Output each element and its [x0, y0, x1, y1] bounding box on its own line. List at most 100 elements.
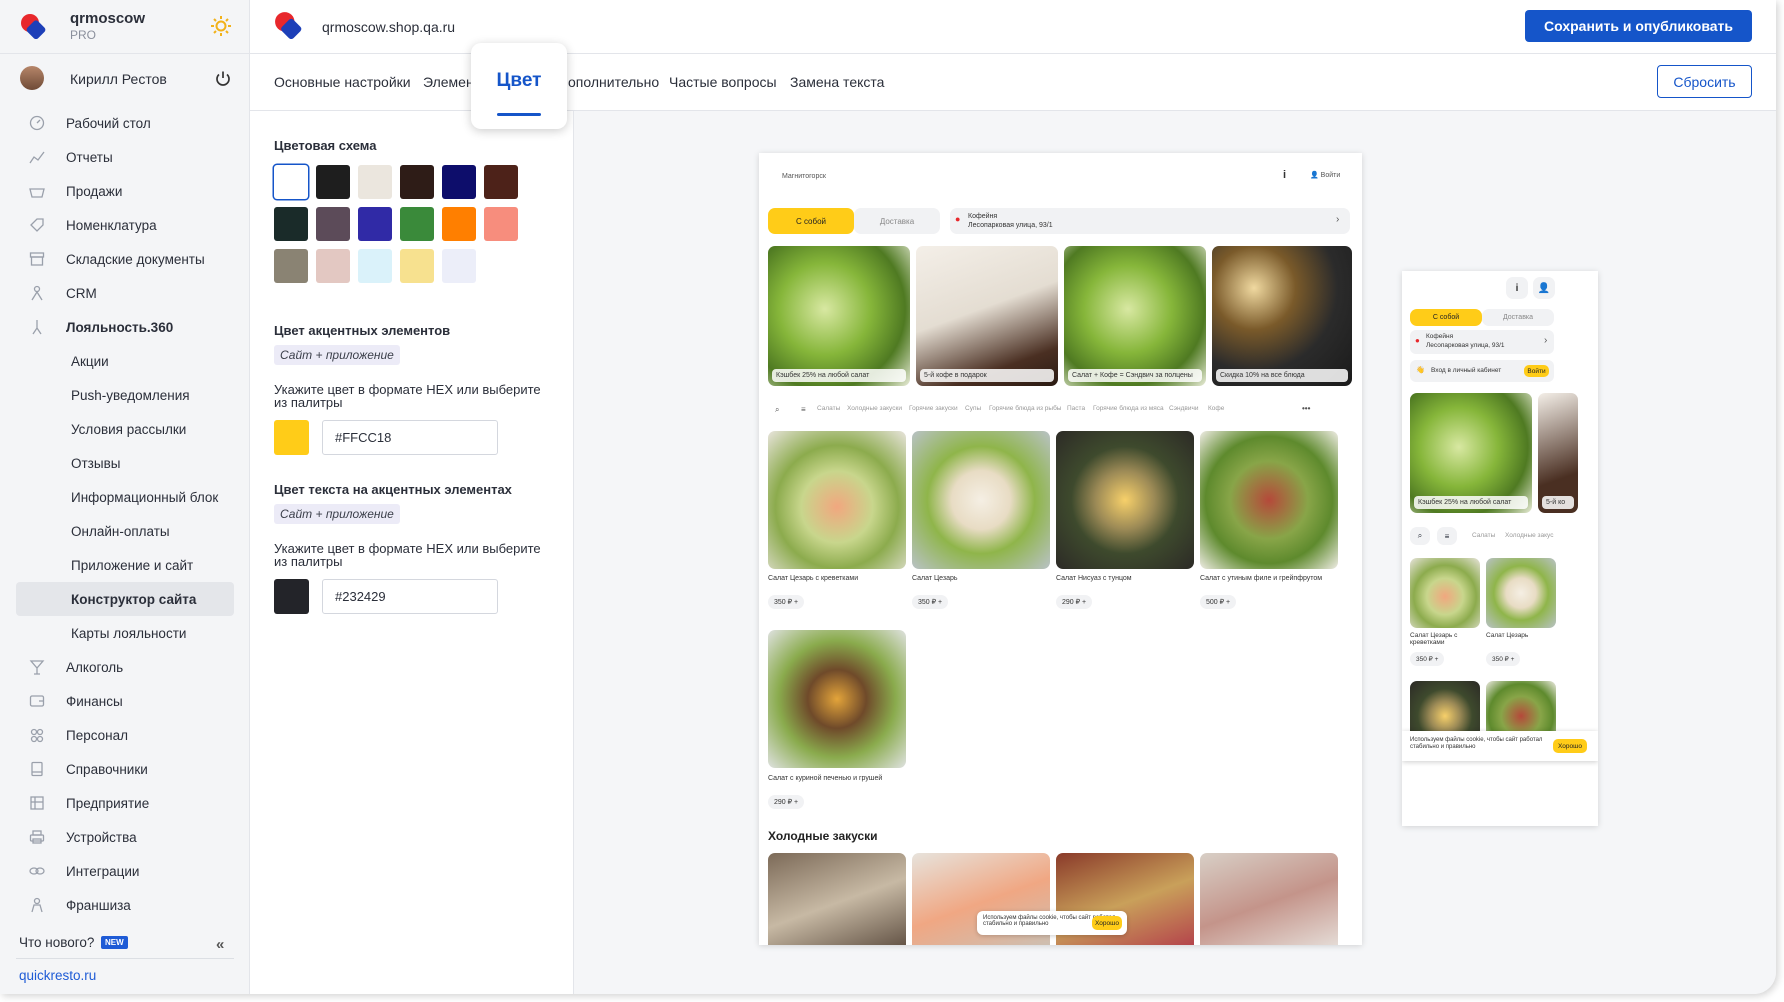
sidebar-item-label: Карты лояльности: [71, 625, 187, 641]
sidebar-item-devices[interactable]: Устройства: [16, 820, 234, 854]
product-price-value: 500 ₽: [1206, 599, 1225, 606]
sidebar-item-references[interactable]: Справочники: [16, 752, 234, 786]
tab-elements[interactable]: Элемен: [423, 74, 474, 90]
sidebar-item-franchise[interactable]: Франшиза: [16, 888, 234, 922]
text-hint: Укажите цвет в формате HEX или выберите …: [274, 541, 541, 569]
brand-block[interactable]: qrmoscow PRO: [0, 0, 250, 54]
sidebar-item-loyalty-cards[interactable]: Карты лояльности: [16, 616, 234, 650]
sidebar-item-reviews[interactable]: Отзывы: [16, 446, 234, 480]
product-price: 290 ₽ +: [1056, 595, 1093, 609]
product-price-value: 290 ₽: [774, 799, 793, 806]
sidebar-item-label: Лояльность.360: [66, 319, 174, 335]
accent-color-title: Цвет акцентных элементов: [274, 323, 451, 338]
sidebar-item-promos[interactable]: Акции: [16, 344, 234, 378]
color-swatch[interactable]: [400, 207, 434, 241]
accent-hex-input[interactable]: #FFCC18: [322, 420, 498, 455]
mobile-product-image: [1410, 558, 1480, 628]
color-swatch[interactable]: [442, 249, 476, 283]
color-settings-panel: Цветовая схема Цвет акцентных элементов …: [250, 111, 574, 994]
color-swatch[interactable]: [358, 207, 392, 241]
sidebar-item-enterprise[interactable]: Предприятие: [16, 786, 234, 820]
color-swatch[interactable]: [316, 249, 350, 283]
sidebar-item-info-block[interactable]: Информационный блок: [16, 480, 234, 514]
sidebar-item-dashboard[interactable]: Рабочий стол: [16, 106, 234, 140]
sidebar-item-crm[interactable]: CRM: [16, 276, 234, 310]
whats-new-link[interactable]: Что нового?: [19, 935, 94, 950]
text-color-preview[interactable]: [274, 579, 309, 614]
preview-category: Кофе: [1208, 405, 1225, 412]
sidebar-item-label: Приложение и сайт: [71, 557, 194, 573]
collapse-sidebar-icon[interactable]: «: [216, 936, 224, 953]
sidebar-item-sales[interactable]: Продажи: [16, 174, 234, 208]
preview-section-title: Холодные закуски: [768, 829, 878, 843]
color-swatch[interactable]: [484, 165, 518, 199]
power-icon[interactable]: [214, 70, 232, 88]
mobile-delivery-toggle: Доставка: [1482, 309, 1554, 326]
text-hex-input[interactable]: #232429: [322, 579, 498, 614]
color-swatch[interactable]: [274, 249, 308, 283]
sidebar-item-app-site[interactable]: Приложение и сайт: [16, 548, 234, 582]
mobile-filter-icon: ≡: [1437, 527, 1457, 545]
product-price: 350 ₽ +: [912, 595, 949, 609]
preview-takeaway-toggle: С собой: [768, 208, 854, 234]
tab-extra[interactable]: ополнительно: [568, 74, 659, 90]
product-price-value: 350 ₽: [918, 599, 937, 606]
color-swatch[interactable]: [442, 207, 476, 241]
sidebar-item-online-pay[interactable]: Онлайн-оплаты: [16, 514, 234, 548]
new-badge: NEW: [101, 936, 128, 949]
sidebar-item-reports[interactable]: Отчеты: [16, 140, 234, 174]
save-publish-button[interactable]: Сохранить и опубликовать: [1525, 10, 1752, 42]
theme-sun-icon[interactable]: [210, 15, 232, 37]
sidebar-item-label: Push-уведомления: [71, 387, 190, 403]
sidebar-item-label: Персонал: [66, 727, 128, 743]
preview-place-addr: Лесопарковая улица, 93/1: [968, 222, 1053, 229]
sidebar-item-label: Отзывы: [71, 455, 121, 471]
product-name: Салат с утиным филе и грейпфрутом: [1200, 575, 1323, 582]
sidebar-item-nomenclature[interactable]: Номенклатура: [16, 208, 234, 242]
preview-address-bar: ● Кофейня Лесопарковая улица, 93/1 ›: [950, 208, 1350, 234]
mobile-login-button: Войти: [1524, 365, 1549, 377]
color-swatch[interactable]: [274, 207, 308, 241]
sidebar-item-finance[interactable]: Финансы: [16, 684, 234, 718]
crm-icon: [31, 285, 43, 301]
site-url[interactable]: qrmoscow.shop.qa.ru: [322, 19, 455, 35]
avatar: [20, 66, 44, 90]
color-swatch[interactable]: [484, 207, 518, 241]
settings-tabs: Основные настройки Элемен ополнительно Ч…: [250, 43, 1776, 129]
wallet-icon: [29, 695, 45, 707]
color-swatch[interactable]: [400, 249, 434, 283]
color-swatch[interactable]: [400, 165, 434, 199]
mobile-promo-caption: 5-й ко: [1542, 496, 1574, 509]
mobile-product-price: 350 ₽ +: [1410, 652, 1445, 666]
tab-main-settings[interactable]: Основные настройки: [274, 74, 411, 90]
mobile-place-addr: Лесопарковая улица, 93/1: [1426, 342, 1505, 349]
reset-button[interactable]: Сбросить: [1657, 65, 1752, 98]
color-swatch[interactable]: [316, 165, 350, 199]
sidebar-item-integrations[interactable]: Интеграции: [16, 854, 234, 888]
dashboard-icon: [29, 115, 45, 131]
color-swatch[interactable]: [274, 165, 308, 199]
color-swatch[interactable]: [358, 249, 392, 283]
color-swatch[interactable]: [358, 165, 392, 199]
color-swatch[interactable]: [316, 207, 350, 241]
tab-faq[interactable]: Частые вопросы: [669, 74, 777, 90]
mobile-place-name: Кофейня: [1426, 333, 1454, 340]
sidebar-item-push[interactable]: Push-уведомления: [16, 378, 234, 412]
sidebar-item-loyalty[interactable]: Лояльность.360: [16, 310, 234, 344]
sidebar-item-site-builder[interactable]: Конструктор сайта: [16, 582, 234, 616]
mobile-product-price-value: 350 ₽: [1416, 656, 1433, 663]
color-swatch[interactable]: [442, 165, 476, 199]
site-link[interactable]: quickresto.ru: [19, 968, 96, 983]
accent-color-preview[interactable]: [274, 420, 309, 455]
product-image: [1056, 431, 1194, 569]
sidebar-item-alcohol[interactable]: Алкоголь: [16, 650, 234, 684]
preview-delivery-toggle: Доставка: [854, 208, 940, 234]
sidebar-item-staff[interactable]: Персонал: [16, 718, 234, 752]
product-price-value: 290 ₽: [1062, 599, 1081, 606]
product-name: Салат Цезарь: [912, 575, 958, 582]
product-price: 500 ₽ +: [1200, 595, 1237, 609]
user-block[interactable]: Кирилл Рестов: [0, 54, 250, 104]
sidebar-item-mailing[interactable]: Условия рассылки: [16, 412, 234, 446]
sidebar-item-warehouse[interactable]: Складские документы: [16, 242, 234, 276]
tab-text-replace[interactable]: Замена текста: [790, 74, 884, 90]
